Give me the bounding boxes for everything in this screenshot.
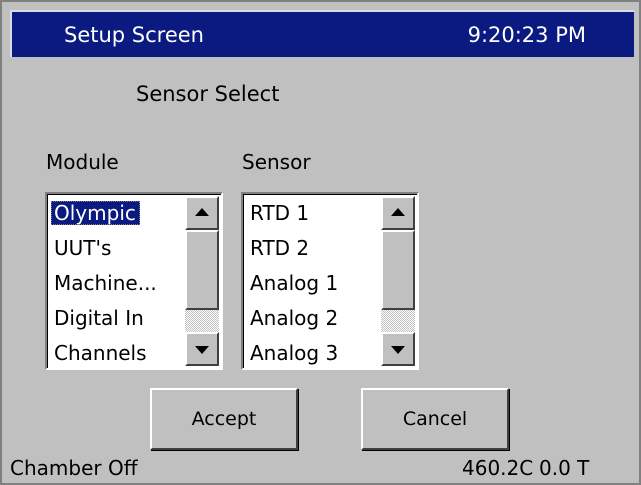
sensor-item-analog-2[interactable]: Analog 2 bbox=[247, 301, 381, 336]
accept-button[interactable]: Accept bbox=[150, 388, 298, 450]
triangle-up-icon bbox=[195, 208, 209, 216]
sensor-scroll-thumb[interactable] bbox=[381, 230, 415, 310]
module-scroll-down-button[interactable] bbox=[185, 332, 219, 366]
sensor-item-analog-1[interactable]: Analog 1 bbox=[247, 266, 381, 301]
module-item-label: Olympic bbox=[51, 201, 140, 225]
module-scrollbar[interactable] bbox=[185, 196, 219, 366]
setup-window: Setup Screen 9:20:23 PM Sensor Select Mo… bbox=[0, 0, 641, 485]
module-item-olympic[interactable]: Olympic bbox=[51, 196, 185, 231]
module-listbox[interactable]: Olympic UUT's Machine... Digital In Chan… bbox=[45, 192, 223, 370]
sensor-item-rtd-2[interactable]: RTD 2 bbox=[247, 231, 381, 266]
clock: 9:20:23 PM bbox=[467, 23, 586, 47]
triangle-down-icon bbox=[391, 346, 405, 354]
module-label: Module bbox=[46, 150, 119, 174]
sensor-items: RTD 1 RTD 2 Analog 1 Analog 2 Analog 3 bbox=[247, 196, 381, 368]
sensor-item-rtd-1[interactable]: RTD 1 bbox=[247, 196, 381, 231]
title-bar: Setup Screen 9:20:23 PM bbox=[10, 10, 634, 57]
triangle-up-icon bbox=[391, 208, 405, 216]
module-scroll-up-button[interactable] bbox=[185, 196, 219, 230]
sensor-item-analog-3[interactable]: Analog 3 bbox=[247, 336, 381, 368]
sensor-scroll-down-button[interactable] bbox=[381, 332, 415, 366]
triangle-down-icon bbox=[195, 346, 209, 354]
sensor-scrollbar[interactable] bbox=[381, 196, 415, 366]
sensor-scroll-up-button[interactable] bbox=[381, 196, 415, 230]
module-item-machine[interactable]: Machine... bbox=[51, 266, 185, 301]
module-item-uuts[interactable]: UUT's bbox=[51, 231, 185, 266]
window-title: Setup Screen bbox=[64, 23, 204, 47]
module-items: Olympic UUT's Machine... Digital In Chan… bbox=[51, 196, 185, 368]
module-scroll-thumb[interactable] bbox=[185, 230, 219, 310]
sensor-listbox[interactable]: RTD 1 RTD 2 Analog 1 Analog 2 Analog 3 bbox=[241, 192, 419, 370]
temperature-readout: 460.2C bbox=[462, 456, 534, 480]
sensor-label: Sensor bbox=[242, 150, 311, 174]
module-item-digital-in[interactable]: Digital In bbox=[51, 301, 185, 336]
t-readout: 0.0 T bbox=[539, 456, 590, 480]
module-item-channels[interactable]: Channels bbox=[51, 336, 185, 368]
chamber-status: Chamber Off bbox=[10, 456, 138, 480]
page-heading: Sensor Select bbox=[136, 82, 280, 106]
cancel-button[interactable]: Cancel bbox=[361, 388, 509, 450]
